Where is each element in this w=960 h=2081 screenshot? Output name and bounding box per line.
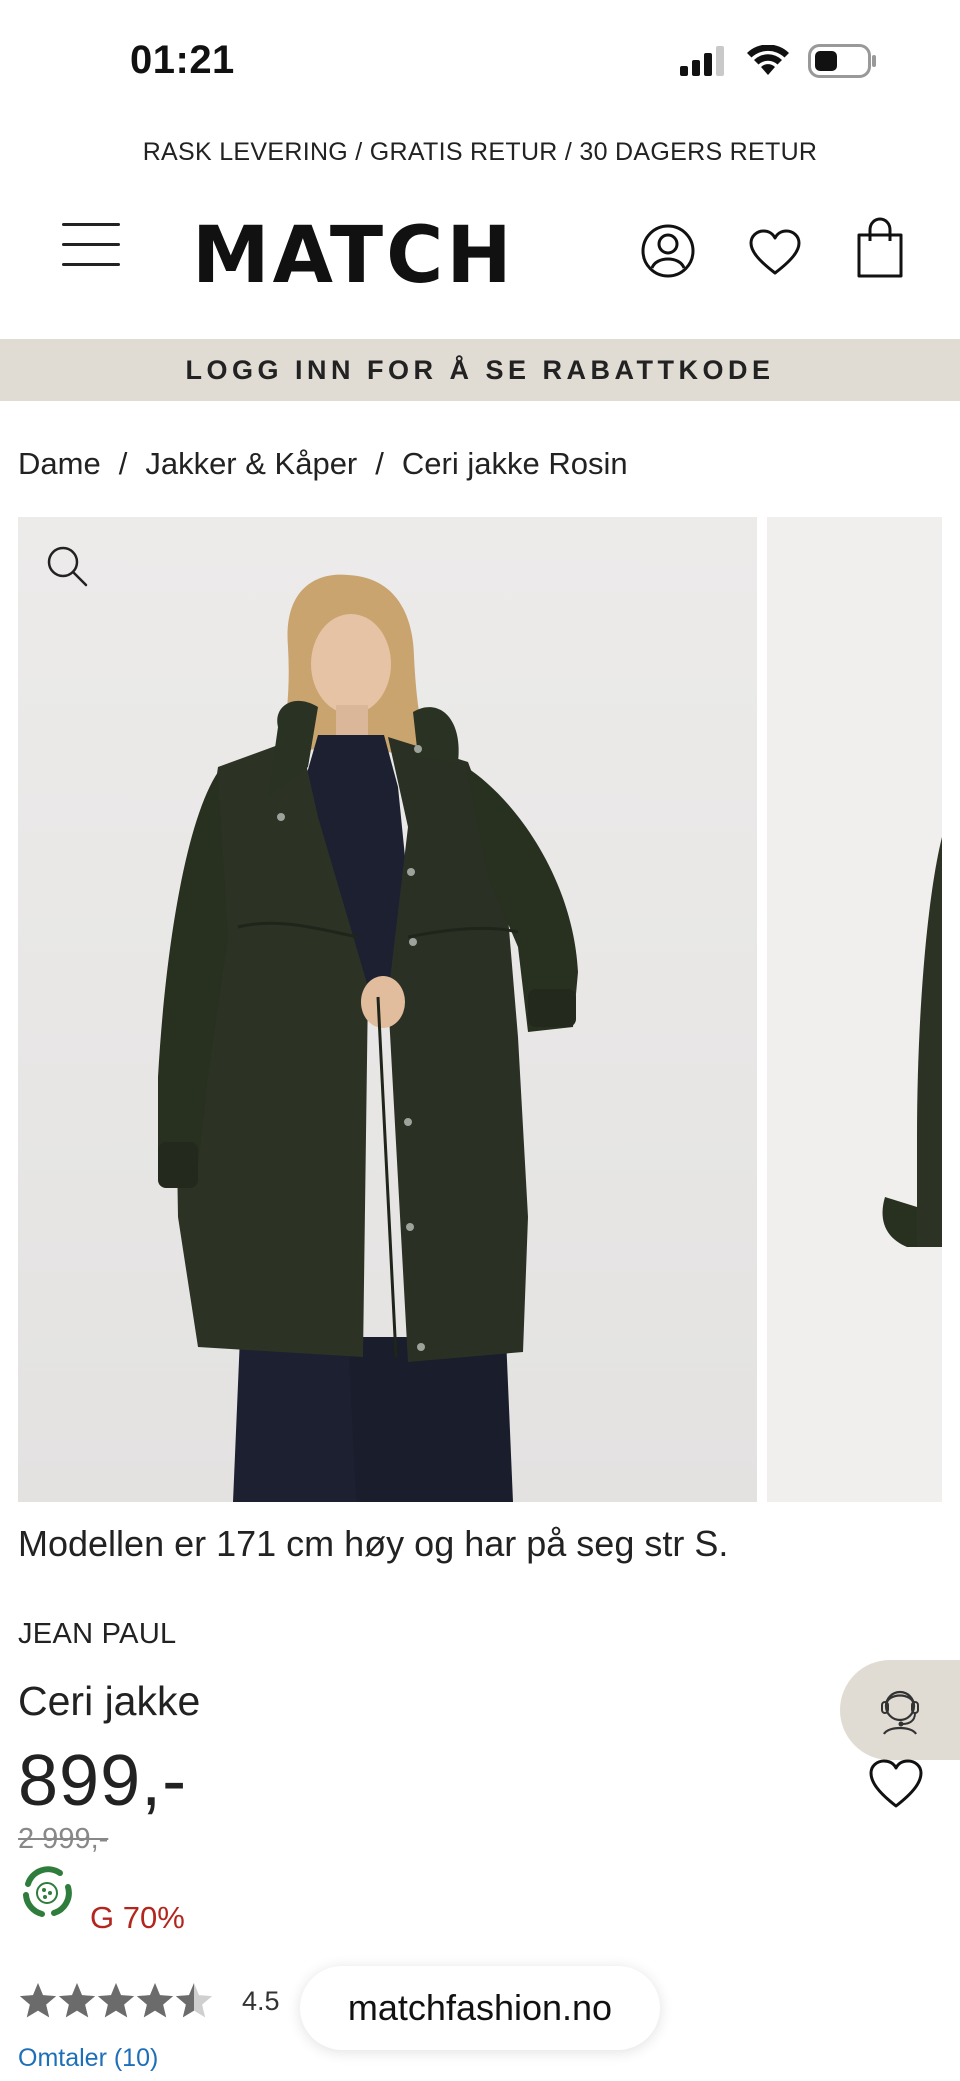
match-logo[interactable]: MATCH <box>192 211 515 301</box>
rating-star-filled <box>97 1983 135 2018</box>
browser-url-bar[interactable]: matchfashion.no <box>300 1966 660 2050</box>
login-discount-banner[interactable]: LOGG INN FOR Å SE RABATTKODE <box>0 339 960 401</box>
rating-star-filled <box>19 1983 57 2018</box>
product-image-next[interactable] <box>767 517 942 1502</box>
rating-stars-icon <box>19 1983 213 2018</box>
product-photo-next-partial <box>882 837 942 1247</box>
breadcrumb-item-jakker[interactable]: Jakker & Kåper <box>145 446 357 482</box>
reviews-link[interactable]: Omtaler (10) <box>18 2044 158 2073</box>
shopping-bag-icon[interactable] <box>855 217 905 279</box>
product-image-main[interactable] <box>18 517 757 1502</box>
status-time: 01:21 <box>130 38 235 82</box>
breadcrumb-item-current: Ceri jakke Rosin <box>401 446 628 481</box>
rating-value: 4.5 <box>242 1985 280 2016</box>
promo-text: RASK LEVERING / GRATIS RETUR / 30 DAGERS… <box>142 138 818 166</box>
model-info-text: Modellen er 171 cm høy og har på seg str… <box>18 1523 729 1564</box>
status-icons <box>678 44 878 78</box>
product-title: Ceri jakke <box>18 1678 201 1724</box>
product-brand[interactable]: JEAN PAUL <box>18 1618 177 1651</box>
product-gallery[interactable] <box>18 517 942 1502</box>
product-wishlist-icon[interactable] <box>868 1758 924 1810</box>
breadcrumb: Dame / Jakker & Kåper / Ceri jakke Rosin <box>18 446 628 482</box>
product-old-price: 2 999,- <box>18 1823 109 1855</box>
breadcrumb-separator: / <box>375 446 384 481</box>
product-rating[interactable]: 4.5 <box>18 1980 280 2022</box>
status-bar: 01:21 <box>0 0 960 130</box>
rating-star-filled <box>136 1983 174 2018</box>
rating-star-filled <box>58 1983 96 2018</box>
menu-bar <box>62 263 120 266</box>
cellular-signal-icon <box>680 46 724 76</box>
breadcrumb-item-dame[interactable]: Dame <box>18 446 101 482</box>
account-icon[interactable] <box>640 223 696 279</box>
product-price: 899,- <box>18 1741 188 1821</box>
menu-button[interactable] <box>62 223 120 273</box>
wishlist-heart-icon[interactable] <box>748 229 802 277</box>
breadcrumb-separator: / <box>118 446 128 481</box>
site-header: MATCH <box>0 205 960 325</box>
support-agent-icon <box>881 1690 919 1735</box>
product-photo-jacket <box>158 574 578 1502</box>
customer-support-button[interactable] <box>840 1660 960 1760</box>
battery-icon <box>808 44 876 78</box>
wifi-icon <box>747 45 789 75</box>
menu-bar <box>62 243 120 246</box>
discount-text: G 70% <box>90 1900 185 1935</box>
menu-bar <box>62 223 120 226</box>
zoom-icon[interactable] <box>44 543 90 589</box>
sustainability-recycle-icon <box>20 1866 74 1920</box>
